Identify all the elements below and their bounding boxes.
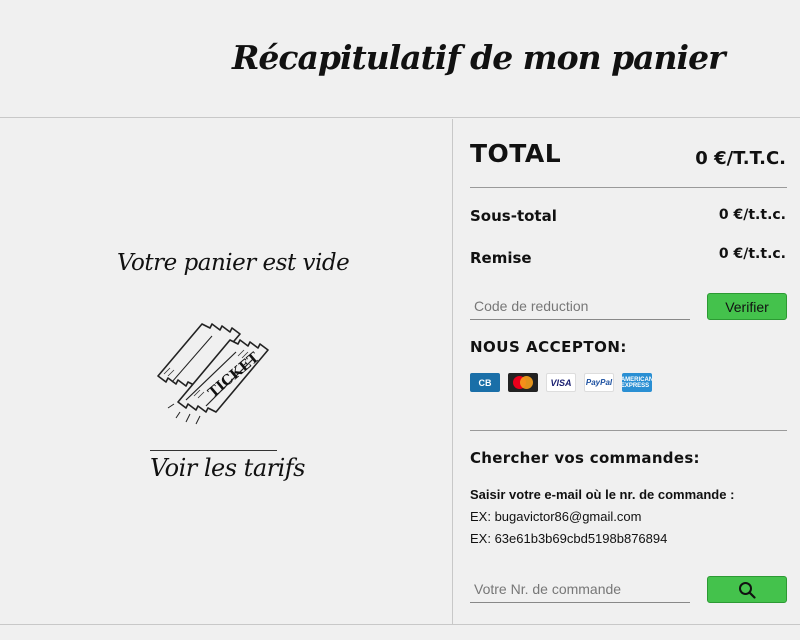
subtotal-value: 0 €/t.t.c.: [718, 207, 786, 223]
orders-search-instruction: Saisir votre e-mail où le nr. de command…: [470, 487, 735, 502]
link-underline: [150, 450, 277, 451]
cb-card-icon: CB: [470, 373, 500, 392]
verify-button[interactable]: Verifier: [707, 293, 787, 320]
header: Récapitulatif de mon panier: [0, 0, 800, 118]
example-order-number: EX: 63e61b3b69cbd5198b876894: [470, 531, 668, 546]
ticket-icon: TICKET: [150, 318, 282, 430]
accepted-payments-label: NOUS ACCEPTON:: [470, 338, 627, 356]
promo-code-input[interactable]: [470, 293, 690, 320]
orders-divider: [470, 430, 787, 431]
paypal-icon: PayPal: [584, 373, 614, 392]
view-prices-link[interactable]: Voir les tarifs: [150, 454, 305, 482]
payment-cards: CB VISA PayPal AMERICAN EXPRESS: [470, 373, 652, 392]
total-label: TOTAL: [470, 139, 562, 168]
empty-cart-message: Votre panier est vide: [117, 250, 350, 276]
visa-card-icon: VISA: [546, 373, 576, 392]
subtotal-label: Sous-total: [470, 207, 557, 225]
summary-panel: [452, 119, 800, 624]
discount-label: Remise: [470, 249, 532, 267]
discount-value: 0 €/t.t.c.: [718, 246, 786, 262]
search-icon: [739, 581, 756, 599]
bottom-divider: [0, 624, 800, 625]
amex-card-icon: AMERICAN EXPRESS: [622, 373, 652, 392]
order-number-input[interactable]: [470, 576, 690, 603]
total-value: 0 €/T.T.C.: [695, 148, 786, 169]
search-orders-button[interactable]: [707, 576, 787, 603]
total-divider: [470, 187, 787, 188]
mastercard-icon: [508, 373, 538, 392]
page-title: Récapitulatif de mon panier: [232, 38, 725, 77]
example-email: EX: bugavictor86@gmail.com: [470, 509, 642, 524]
orders-search-title: Chercher vos commandes:: [470, 449, 700, 467]
